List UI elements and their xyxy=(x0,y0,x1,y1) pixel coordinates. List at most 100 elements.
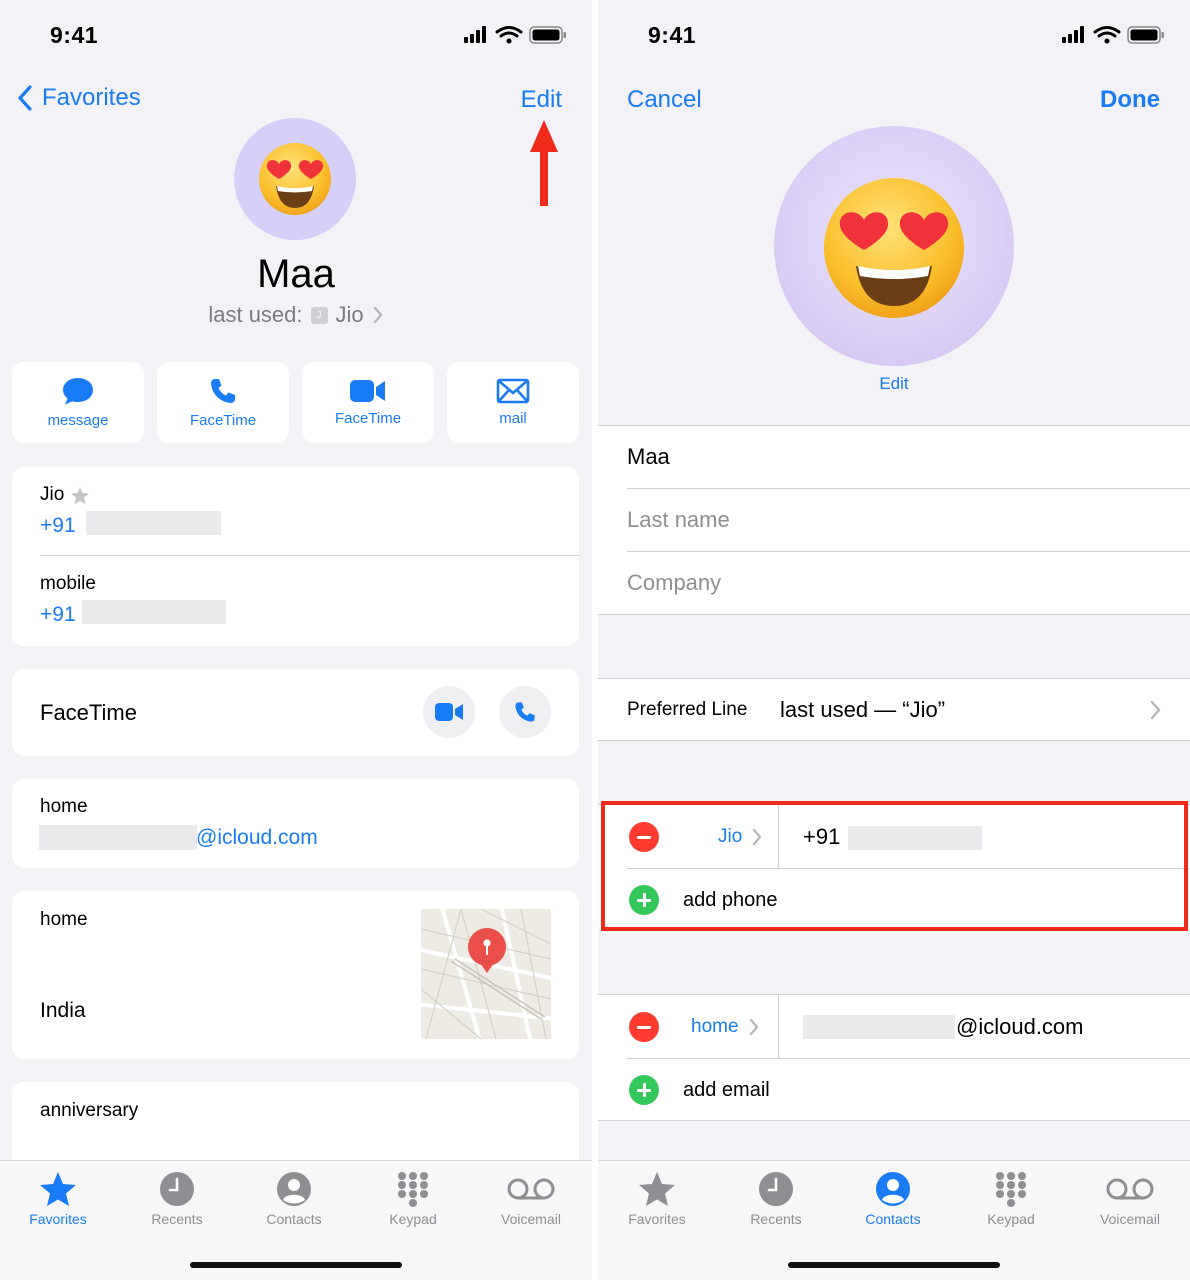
cancel-button[interactable]: Cancel xyxy=(627,86,702,114)
chevron-right-icon xyxy=(749,1018,758,1036)
tab-label: Keypad xyxy=(987,1211,1035,1227)
chevron-right-icon xyxy=(373,306,382,324)
heart-eyes-emoji-icon xyxy=(259,143,331,215)
facetime-audio-circle-button[interactable] xyxy=(499,686,551,738)
phone-icon xyxy=(515,702,535,722)
preferred-line-row[interactable]: Preferred Line last used — “Jio” xyxy=(598,678,1190,741)
add-email-button[interactable] xyxy=(629,1075,659,1105)
voicemail-icon xyxy=(1106,1178,1154,1200)
tab-voicemail[interactable]: Voicemail xyxy=(476,1171,586,1227)
chevron-right-icon xyxy=(1150,700,1161,720)
person-icon xyxy=(876,1172,910,1206)
preferred-line-label: Preferred Line xyxy=(627,699,748,720)
message-label: message xyxy=(47,412,109,429)
phone-value-jio: +91 xyxy=(40,514,76,537)
facetime-video-button[interactable]: FaceTime xyxy=(302,362,434,443)
map-thumbnail[interactable] xyxy=(421,909,551,1039)
address-card[interactable]: home India xyxy=(12,891,579,1059)
email-card[interactable]: home @icloud.com xyxy=(12,779,579,868)
mail-button[interactable]: mail xyxy=(447,362,579,443)
chevron-left-icon xyxy=(18,85,32,111)
message-icon xyxy=(63,378,93,405)
status-icons xyxy=(1062,26,1164,44)
redacted-number xyxy=(86,511,221,535)
back-to-favorites-button[interactable]: Favorites xyxy=(16,84,141,112)
wifi-icon xyxy=(1093,26,1121,38)
address-label: home xyxy=(40,909,88,930)
contact-edit-screen: 9:41 Cancel Done Edit Maa Last name Comp… xyxy=(598,0,1190,1280)
status-time: 9:41 xyxy=(50,22,99,48)
video-icon xyxy=(350,380,385,402)
phone-row-jio[interactable]: Jio +91 xyxy=(12,467,579,556)
star-icon xyxy=(639,1172,675,1206)
person-icon xyxy=(277,1172,311,1206)
done-button[interactable]: Done xyxy=(1100,86,1160,114)
last-used-prefix: last used: xyxy=(208,302,303,327)
delete-email-button[interactable] xyxy=(629,1012,659,1042)
tab-voicemail[interactable]: Voicemail xyxy=(1075,1171,1185,1227)
annotation-highlight-box xyxy=(601,801,1188,931)
redacted-email xyxy=(803,1015,955,1039)
star-icon xyxy=(71,486,90,504)
tab-label: Recents xyxy=(151,1211,203,1227)
email-type-selector[interactable]: home xyxy=(691,1016,759,1038)
tab-keypad[interactable]: Keypad xyxy=(358,1171,468,1227)
name-fields: Maa Last name Company xyxy=(598,425,1190,615)
phone-numbers-card: Jio +91 mobile +91 xyxy=(12,467,579,646)
add-email-label[interactable]: add email xyxy=(683,1079,770,1102)
email-section: home @icloud.com add email xyxy=(598,994,1190,1121)
company-field[interactable]: Company xyxy=(627,552,1190,614)
tab-recents[interactable]: Recents xyxy=(721,1171,831,1227)
email-label: home xyxy=(40,796,88,817)
contact-detail-screen: 9:41 Favorites Edit Maa last used: J Jio… xyxy=(0,0,592,1280)
tab-label: Favorites xyxy=(628,1211,686,1227)
email-field[interactable]: @icloud.com xyxy=(956,1014,1084,1040)
phone-row-mobile[interactable]: mobile +91 xyxy=(12,556,579,646)
star-icon xyxy=(40,1172,76,1206)
tab-contacts[interactable]: Contacts xyxy=(239,1171,349,1227)
first-name-field[interactable]: Maa xyxy=(627,426,1190,488)
last-used-carrier: Jio xyxy=(335,302,364,327)
preferred-line-value: last used — “Jio” xyxy=(780,697,946,722)
status-icons xyxy=(464,26,566,44)
status-bar: 9:41 xyxy=(598,0,1190,70)
email-type-label: home xyxy=(691,1016,739,1037)
address-country: India xyxy=(40,999,86,1022)
facetime-card: FaceTime xyxy=(12,669,579,756)
signal-icon xyxy=(1062,26,1084,43)
tab-contacts[interactable]: Contacts xyxy=(838,1171,948,1227)
tab-favorites[interactable]: Favorites xyxy=(602,1171,712,1227)
message-button[interactable]: message xyxy=(12,362,144,443)
tab-label: Keypad xyxy=(389,1211,437,1227)
facetime-video-label: FaceTime xyxy=(334,410,402,427)
tab-label: Favorites xyxy=(29,1211,87,1227)
contact-photo[interactable] xyxy=(774,126,1014,366)
facetime-video-circle-button[interactable] xyxy=(423,686,475,738)
sim-badge: J xyxy=(310,306,328,324)
voicemail-icon xyxy=(507,1178,555,1200)
tab-favorites[interactable]: Favorites xyxy=(3,1171,113,1227)
last-used-line[interactable]: last used: J Jio xyxy=(0,302,592,328)
back-label: Favorites xyxy=(42,84,141,111)
email-domain: @icloud.com xyxy=(196,826,318,849)
battery-icon xyxy=(529,26,566,44)
last-name-field[interactable]: Last name xyxy=(627,489,1190,551)
clock-icon xyxy=(160,1172,194,1206)
edit-button[interactable]: Edit xyxy=(521,86,562,114)
redacted-number xyxy=(82,600,226,624)
tab-keypad[interactable]: Keypad xyxy=(956,1171,1066,1227)
keypad-icon xyxy=(996,1172,1026,1207)
signal-icon xyxy=(464,26,486,43)
tab-recents[interactable]: Recents xyxy=(122,1171,232,1227)
keypad-icon xyxy=(398,1172,428,1207)
quick-actions: message FaceTime FaceTime mail xyxy=(12,362,579,443)
tab-label: Voicemail xyxy=(501,1211,561,1227)
heart-eyes-emoji-icon xyxy=(824,178,964,318)
tab-label: Contacts xyxy=(266,1211,322,1227)
phone-icon xyxy=(211,379,235,403)
row-divider xyxy=(627,1058,1190,1059)
facetime-audio-button[interactable]: FaceTime xyxy=(157,362,289,443)
edit-photo-button[interactable]: Edit xyxy=(598,374,1190,394)
phone-value-mobile: +91 xyxy=(40,603,76,626)
contact-name: Maa xyxy=(257,252,335,296)
